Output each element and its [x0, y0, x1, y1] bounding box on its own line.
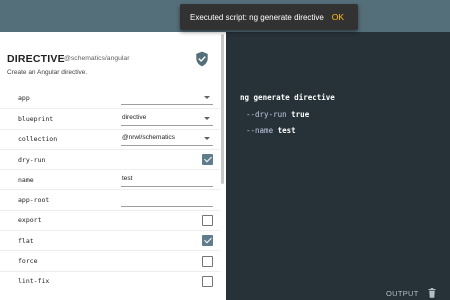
field-label-app: app	[18, 94, 30, 103]
field-label-lint-fix: lint-fix	[18, 277, 50, 286]
field-row-export: export	[0, 209, 220, 230]
panel-scrollbar[interactable]	[221, 34, 224, 184]
export-checkbox[interactable]	[202, 214, 213, 226]
schematic-form-panel: DIRECTIVE @schematics/angular Create an …	[0, 32, 226, 300]
collection-select[interactable]: @nrwl/schematics	[121, 132, 213, 147]
schematic-fields: app blueprint directive collection @nrwl/sch…	[0, 88, 220, 291]
chevron-down-icon	[204, 96, 210, 100]
terminal-option-value: test	[277, 126, 296, 135]
field-row-collection: collection @nrwl/schematics	[0, 128, 220, 149]
trash-icon[interactable]	[428, 288, 436, 298]
terminal-output: ng generate directive --dry-run true --na…	[240, 90, 440, 140]
field-label-collection: collection	[18, 135, 58, 144]
terminal-option-flag: --name	[246, 126, 274, 135]
field-label-export: export	[18, 216, 42, 225]
field-label-dry-run: dry-run	[18, 155, 46, 164]
field-row-blueprint: blueprint directive	[0, 108, 220, 128]
toast-message: Executed script: ng generate directive	[190, 12, 324, 22]
terminal-option-line: --name test	[240, 123, 440, 140]
field-row-dry-run: dry-run	[0, 148, 220, 169]
blueprint-select[interactable]: directive	[121, 112, 213, 126]
field-row-name: name test	[0, 169, 220, 189]
field-row-force: force	[0, 250, 220, 270]
app-select[interactable]	[121, 91, 213, 106]
flat-checkbox[interactable]	[202, 235, 213, 247]
output-tab[interactable]: OUTPUT	[386, 289, 419, 298]
terminal-option-value: true	[291, 109, 310, 119]
chevron-down-icon	[204, 116, 210, 120]
field-label-name: name	[18, 175, 34, 184]
blueprint-value: directive	[122, 113, 147, 121]
lint-fix-checkbox[interactable]	[202, 275, 213, 287]
field-row-lint-fix: lint-fix	[0, 270, 220, 291]
app-root-input[interactable]	[121, 193, 213, 208]
schematic-title: DIRECTIVE	[7, 53, 65, 65]
field-label-blueprint: blueprint	[18, 114, 54, 123]
terminal-command: ng generate directive	[240, 93, 335, 102]
force-checkbox[interactable]	[202, 255, 213, 267]
name-input[interactable]: test	[121, 173, 213, 187]
schematic-package: @schematics/angular	[64, 55, 130, 62]
panel-header: DIRECTIVE @schematics/angular Create an …	[0, 32, 220, 84]
chevron-down-icon	[204, 137, 210, 141]
field-label-app-root: app-root	[18, 196, 50, 205]
dry-run-checkbox[interactable]	[202, 154, 213, 166]
terminal-option-line: --dry-run true	[240, 107, 440, 124]
toast-ok-button[interactable]: OK	[332, 12, 344, 22]
schematic-description: Create an Angular directive.	[7, 69, 88, 76]
terminal-option-flag: --dry-run	[246, 109, 287, 119]
snackbar-toast: Executed script: ng generate directive O…	[180, 4, 358, 30]
field-label-force: force	[18, 257, 38, 266]
field-row-app-root: app-root	[0, 189, 220, 209]
field-row-app: app	[0, 88, 220, 108]
field-row-flat: flat	[0, 230, 220, 250]
name-value: test	[122, 174, 133, 182]
shield-check-icon[interactable]	[195, 51, 209, 67]
field-label-flat: flat	[18, 236, 34, 245]
collection-value: @nrwl/schematics	[122, 134, 175, 142]
